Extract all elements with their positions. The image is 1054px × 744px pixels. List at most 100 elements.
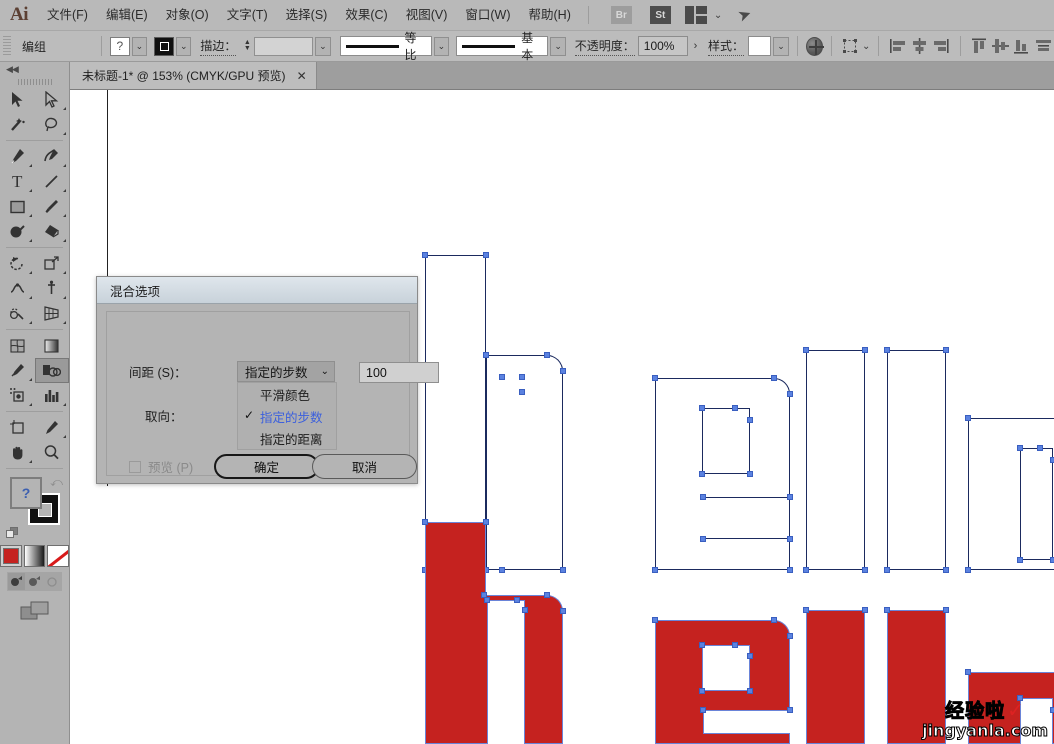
recolor-artwork-icon[interactable]	[805, 36, 824, 56]
line-segment-tool[interactable]	[35, 169, 70, 194]
anchor-point[interactable]	[943, 567, 949, 573]
shaper-tool[interactable]	[0, 219, 35, 244]
spacing-select[interactable]: 指定的步数 ⌄	[237, 361, 335, 382]
paintbrush-tool[interactable]	[35, 194, 70, 219]
lasso-tool[interactable]	[35, 112, 70, 137]
document-tab[interactable]: 未标题-1* @ 153% (CMYK/GPU 预览) ✕	[70, 62, 317, 89]
anchor-point[interactable]	[560, 368, 566, 374]
align-center-horizontal-icon[interactable]	[909, 35, 930, 57]
ok-button[interactable]: 确定	[214, 454, 319, 479]
stroke-weight-dropdown[interactable]: ⌄	[315, 36, 331, 56]
stroke-dropdown[interactable]: ⌄	[176, 36, 192, 56]
close-icon[interactable]: ✕	[297, 69, 307, 83]
anchor-point[interactable]	[747, 417, 753, 423]
anchor-point[interactable]	[1050, 557, 1054, 563]
anchor-point[interactable]	[544, 592, 550, 598]
draw-behind-icon[interactable]	[26, 573, 43, 590]
shape-builder-tool[interactable]	[0, 301, 35, 326]
anchor-point[interactable]	[700, 536, 706, 542]
dropdown-option-specified-steps[interactable]: ✓ 指定的步数	[238, 405, 336, 427]
anchor-point[interactable]	[499, 374, 505, 380]
anchor-point[interactable]	[699, 471, 705, 477]
align-top-icon[interactable]	[968, 35, 989, 57]
anchor-point[interactable]	[699, 642, 705, 648]
control-bar-grip[interactable]	[3, 36, 12, 56]
artboard-tool[interactable]	[0, 415, 35, 440]
steps-input[interactable]: 100	[359, 362, 439, 383]
perspective-grid-tool[interactable]	[35, 301, 70, 326]
stroke-weight-field[interactable]	[254, 36, 314, 56]
transform-chevron-down-icon[interactable]: ⌄	[862, 41, 870, 52]
anchor-point[interactable]	[787, 391, 793, 397]
anchor-point[interactable]	[787, 707, 793, 713]
none-icon[interactable]	[47, 545, 70, 567]
anchor-point[interactable]	[771, 375, 777, 381]
anchor-point[interactable]	[652, 375, 658, 381]
anchor-point[interactable]	[747, 688, 753, 694]
pen-tool[interactable]	[0, 144, 35, 169]
brush-dropdown[interactable]: ⌄	[550, 36, 566, 56]
anchor-point[interactable]	[965, 415, 971, 421]
blend-options-dialog[interactable]: 混合选项 间距 (S)： 指定的步数 ⌄ 100 取向： 平滑颜色 ✓ 指定的步…	[96, 276, 439, 484]
anchor-point[interactable]	[943, 607, 949, 613]
opacity-input[interactable]: 100%	[637, 36, 688, 56]
anchor-point[interactable]	[787, 567, 793, 573]
anchor-point[interactable]	[484, 597, 490, 603]
fill-color-swatch[interactable]: ?	[10, 477, 42, 509]
preview-row[interactable]: 预览 (P)	[129, 457, 193, 476]
menu-object[interactable]: 对象(O)	[157, 0, 218, 31]
anchor-point[interactable]	[1017, 445, 1023, 451]
blend-tool[interactable]	[34, 358, 69, 383]
zoom-tool[interactable]	[35, 440, 70, 465]
anchor-point[interactable]	[1037, 445, 1043, 451]
align-right-icon[interactable]	[930, 35, 951, 57]
draw-normal-icon[interactable]	[7, 573, 25, 590]
anchor-point[interactable]	[519, 389, 525, 395]
anchor-point[interactable]	[483, 252, 489, 258]
menu-effect[interactable]: 效果(C)	[336, 0, 396, 31]
anchor-point[interactable]	[519, 374, 525, 380]
menu-view[interactable]: 视图(V)	[397, 0, 457, 31]
style-label[interactable]: 样式：	[707, 37, 744, 56]
eraser-tool[interactable]	[35, 219, 70, 244]
align-center-vertical-icon[interactable]	[990, 35, 1011, 57]
eyedropper-tool[interactable]	[0, 358, 35, 383]
width-tool[interactable]	[0, 276, 35, 301]
stroke-weight-stepper[interactable]: ▲ ▼	[242, 37, 252, 56]
opacity-label[interactable]: 不透明度：	[574, 37, 635, 56]
collapse-panel-icon[interactable]: ◀◀	[0, 62, 69, 76]
gradient-tool[interactable]	[35, 333, 70, 358]
stock-icon[interactable]: St	[649, 6, 671, 24]
anchor-point[interactable]	[699, 405, 705, 411]
anchor-point[interactable]	[1050, 707, 1054, 713]
anchor-point[interactable]	[787, 633, 793, 639]
menu-select[interactable]: 选择(S)	[277, 0, 337, 31]
anchor-point[interactable]	[884, 347, 890, 353]
opacity-flyout-arrow[interactable]: ›	[694, 40, 698, 52]
anchor-point[interactable]	[652, 567, 658, 573]
free-transform-tool[interactable]	[35, 276, 70, 301]
anchor-point[interactable]	[514, 597, 520, 603]
anchor-point[interactable]	[884, 607, 890, 613]
align-bottom-icon[interactable]	[1011, 35, 1032, 57]
slice-tool[interactable]	[35, 415, 70, 440]
anchor-point[interactable]	[1017, 695, 1023, 701]
dropdown-option-specified-distance[interactable]: 指定的距离	[238, 427, 336, 449]
fill-dropdown[interactable]: ⌄	[131, 36, 148, 56]
dropdown-option-smooth-color[interactable]: 平滑颜色	[238, 383, 336, 405]
cancel-button[interactable]: 取消	[312, 454, 417, 479]
anchor-point[interactable]	[965, 567, 971, 573]
selection-tool[interactable]	[0, 87, 35, 112]
solid-color-icon[interactable]	[0, 545, 22, 567]
anchor-point[interactable]	[803, 607, 809, 613]
rocket-icon[interactable]: ➤	[735, 3, 754, 26]
transform-icon[interactable]	[840, 35, 861, 57]
anchor-point[interactable]	[700, 707, 706, 713]
tools-panel-grip[interactable]	[0, 76, 69, 87]
anchor-point[interactable]	[862, 567, 868, 573]
curvature-tool[interactable]	[35, 144, 70, 169]
anchor-point[interactable]	[499, 567, 505, 573]
rectangle-tool[interactable]	[0, 194, 35, 219]
anchor-point[interactable]	[1050, 457, 1054, 463]
anchor-point[interactable]	[699, 688, 705, 694]
